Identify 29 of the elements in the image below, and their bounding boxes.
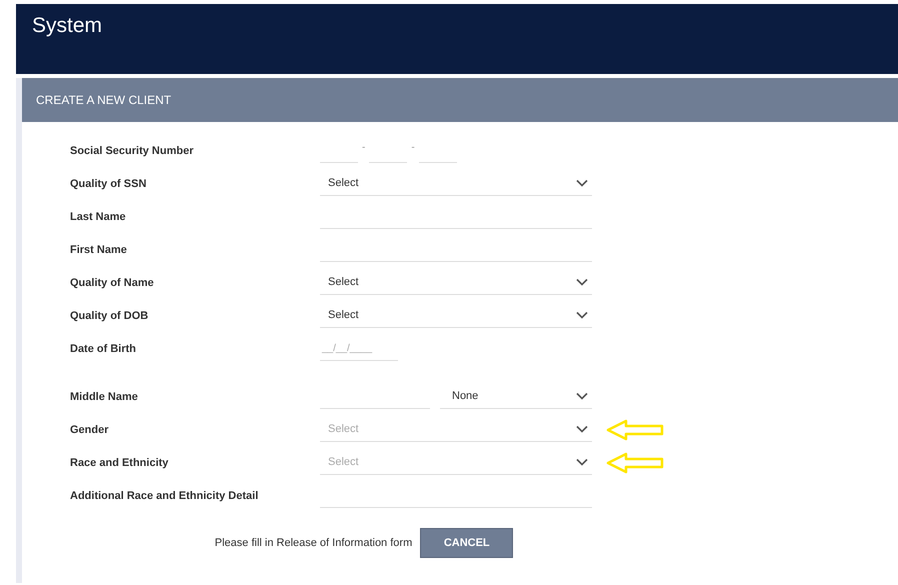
- field-label: Middle Name: [70, 390, 139, 402]
- select-field[interactable]: Select: [320, 304, 592, 328]
- cancel-button[interactable]: CANCEL: [420, 528, 514, 558]
- field-label: Gender: [70, 424, 110, 436]
- chevron-down-icon: [576, 179, 588, 187]
- field-label: First Name: [70, 244, 128, 256]
- chevron-down-icon: [576, 458, 588, 466]
- dash-separator: -: [362, 142, 366, 154]
- field-label: Quality of Name: [70, 276, 155, 288]
- field-label: Race and Ethnicity: [70, 456, 170, 468]
- field-label: Quality of DOB: [70, 310, 150, 322]
- arrow-left-icon: [606, 452, 664, 474]
- chevron-down-icon: [576, 311, 588, 319]
- chevron-down-icon: [576, 392, 588, 400]
- field-label: Additional Race and Ethnicity Detail: [70, 490, 260, 502]
- chevron-down-icon: [576, 278, 588, 286]
- info-message: Please fill in Release of Information form: [214, 537, 412, 549]
- select-field[interactable]: Select: [320, 270, 592, 294]
- app-title: System: [32, 14, 102, 37]
- dash-separator: -: [411, 142, 415, 154]
- field-label: Last Name: [70, 210, 127, 222]
- select-field[interactable]: Select: [320, 172, 592, 196]
- panel-header: CREATE A NEW CLIENT: [22, 78, 898, 122]
- chevron-down-icon: [576, 425, 588, 433]
- select-field[interactable]: None: [440, 384, 592, 408]
- field-label: Quality of SSN: [70, 178, 148, 190]
- field-label: Social Security Number: [70, 144, 194, 156]
- arrow-left-icon: [606, 418, 664, 440]
- field-label: Date of Birth: [70, 342, 137, 354]
